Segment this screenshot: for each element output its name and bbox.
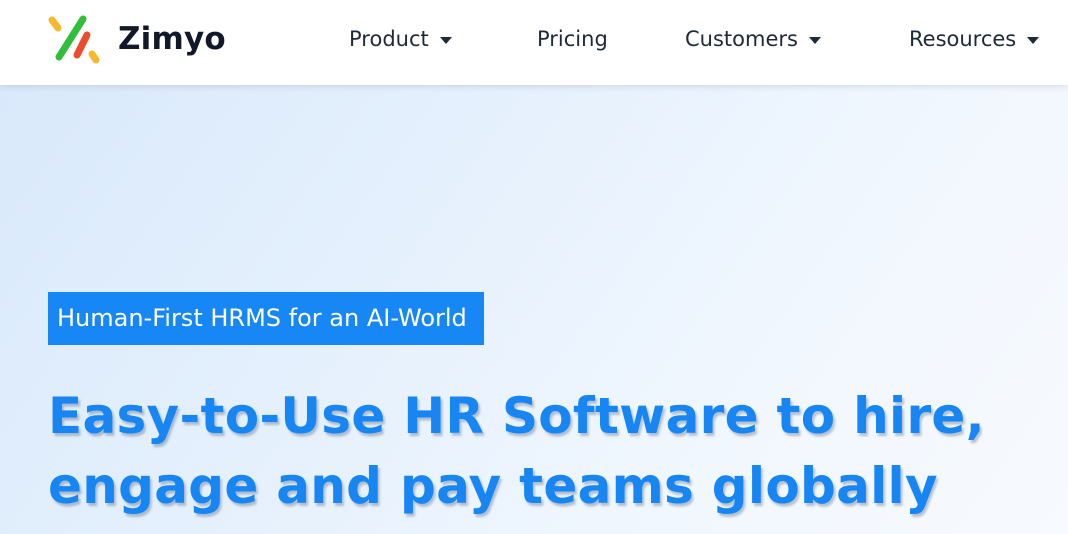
site-header: Zimyo Product Pricing Customers Resource… [0,0,1068,85]
nav-customers-label: Customers [685,27,798,51]
hero-tagline-badge: Human-First HRMS for an AI-World [48,292,484,345]
hero-headline-line-2: engage and pay teams globally [48,457,938,515]
nav-product-label: Product [349,27,429,51]
chevron-down-icon [808,36,821,44]
nav-pricing[interactable]: Pricing [537,24,608,54]
chevron-down-icon [1027,36,1040,44]
nav-resources-label: Resources [909,27,1017,51]
nav-pricing-label: Pricing [537,27,608,51]
nav-product[interactable]: Product [349,24,452,54]
chevron-down-icon [439,36,452,44]
nav-customers[interactable]: Customers [685,24,821,54]
hero-headline: Easy-to-Use HR Software to hire, engage … [48,381,1058,521]
hero-section: Human-First HRMS for an AI-World Easy-to… [0,85,1068,534]
hero-headline-line-1: Easy-to-Use HR Software to hire, [48,387,985,445]
main-nav: Product Pricing Customers Resources [0,0,1068,85]
nav-resources[interactable]: Resources [909,24,1040,54]
